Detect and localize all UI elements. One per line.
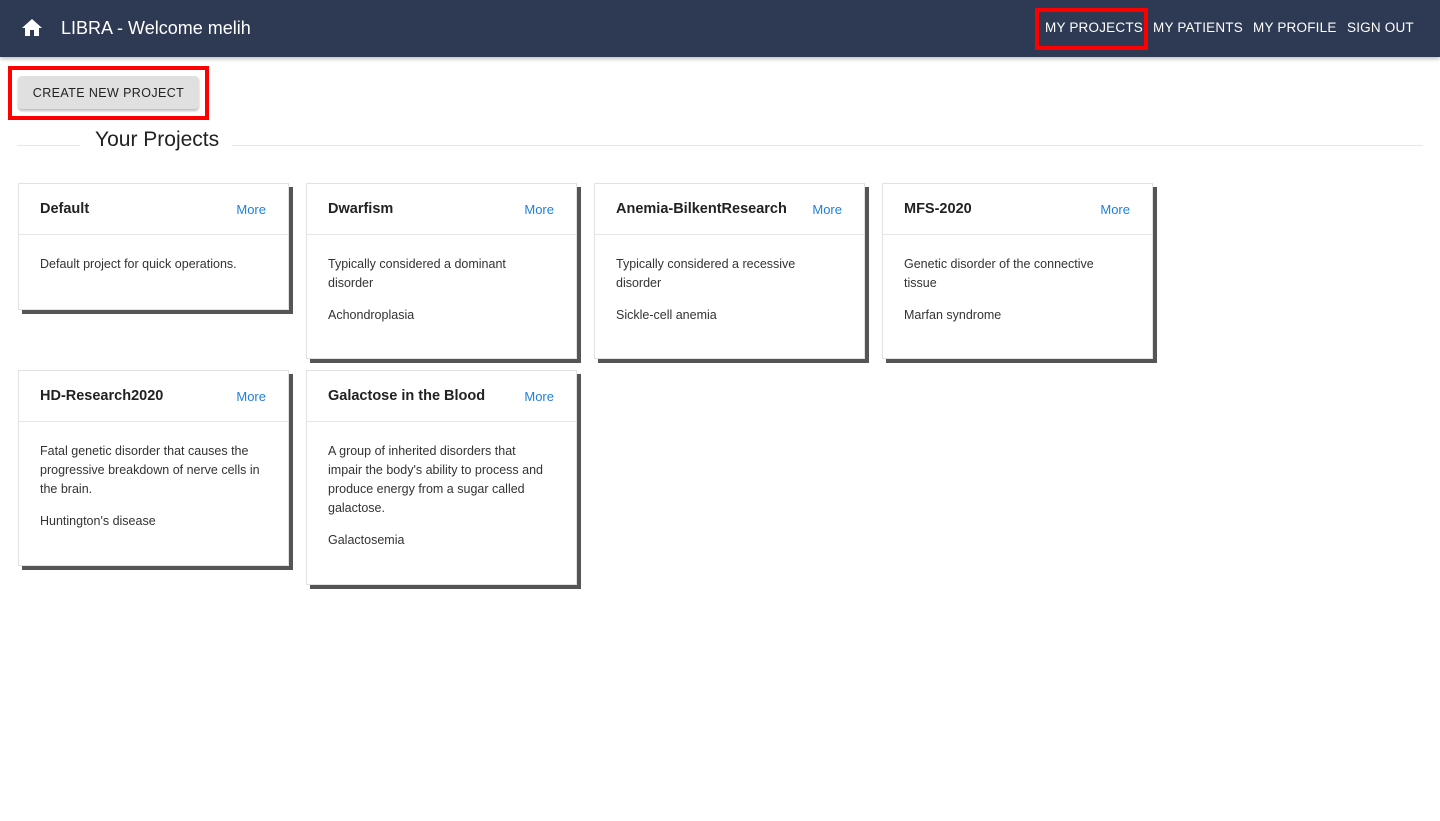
card-header: Anemia-BilkentResearch More (595, 184, 864, 235)
project-title: Dwarfism (328, 201, 394, 217)
project-more-link[interactable]: More (236, 389, 266, 405)
project-title: Default (40, 201, 90, 217)
project-description: Typically considered a recessive disorde… (616, 257, 796, 290)
card-header: MFS-2020 More (883, 184, 1152, 235)
project-title: MFS-2020 (904, 201, 972, 217)
project-description: Default project for quick operations. (40, 257, 237, 271)
card-header: HD-Research2020 More (19, 371, 288, 422)
project-card-anemia: Anemia-BilkentResearch More Typically co… (594, 183, 865, 359)
section-divider (232, 145, 1423, 146)
project-card-mfs: MFS-2020 More Genetic disorder of the co… (882, 183, 1153, 359)
nav-my-patients[interactable]: MY PATIENTS (1153, 20, 1243, 36)
card-body: Default project for quick operations. (19, 235, 288, 274)
project-more-link[interactable]: More (524, 389, 554, 405)
project-title: Anemia-BilkentResearch (616, 201, 787, 217)
nav-sign-out[interactable]: SIGN OUT (1347, 20, 1414, 36)
card-header: Default More (19, 184, 288, 235)
project-disease: Huntington's disease (40, 514, 156, 528)
project-disease: Galactosemia (328, 533, 405, 547)
project-description: Typically considered a dominant disorder (328, 257, 506, 290)
card-body: Genetic disorder of the connective tissu… (883, 235, 1152, 325)
project-disease: Sickle-cell anemia (616, 308, 717, 322)
project-more-link[interactable]: More (812, 202, 842, 218)
project-card-dwarfism: Dwarfism More Typically considered a dom… (306, 183, 577, 359)
project-title: Galactose in the Blood (328, 388, 486, 404)
card-body: Typically considered a dominant disorder… (307, 235, 576, 325)
nav-my-profile[interactable]: MY PROFILE (1253, 20, 1337, 36)
project-more-link[interactable]: More (236, 202, 266, 218)
card-body: Fatal genetic disorder that causes the p… (19, 422, 288, 531)
card-header: Dwarfism More (307, 184, 576, 235)
project-more-link[interactable]: More (524, 202, 554, 218)
project-more-link[interactable]: More (1100, 202, 1130, 218)
card-header: Galactose in the Blood More (307, 371, 576, 422)
top-app-bar: LIBRA - Welcome melih MY PROJECTS MY PAT… (0, 0, 1440, 57)
project-card-galactose: Galactose in the Blood More A group of i… (306, 370, 577, 585)
project-disease: Achondroplasia (328, 308, 415, 322)
project-card-default: Default More Default project for quick o… (18, 183, 289, 310)
section-title: Your Projects (95, 128, 220, 151)
section-divider (17, 145, 80, 146)
card-body: A group of inherited disorders that impa… (307, 422, 576, 550)
card-body: Typically considered a recessive disorde… (595, 235, 864, 325)
create-new-project-button[interactable]: CREATE NEW PROJECT (18, 76, 199, 109)
project-disease: Marfan syndrome (904, 308, 1002, 322)
project-title: HD-Research2020 (40, 388, 164, 404)
project-description: A group of inherited disorders that impa… (328, 444, 543, 515)
project-description: Genetic disorder of the connective tissu… (904, 257, 1094, 290)
nav-my-projects[interactable]: MY PROJECTS (1045, 20, 1143, 36)
project-card-hd-research: HD-Research2020 More Fatal genetic disor… (18, 370, 289, 566)
app-title: LIBRA - Welcome melih (61, 18, 251, 38)
home-icon[interactable] (20, 16, 44, 40)
project-description: Fatal genetic disorder that causes the p… (40, 444, 260, 496)
